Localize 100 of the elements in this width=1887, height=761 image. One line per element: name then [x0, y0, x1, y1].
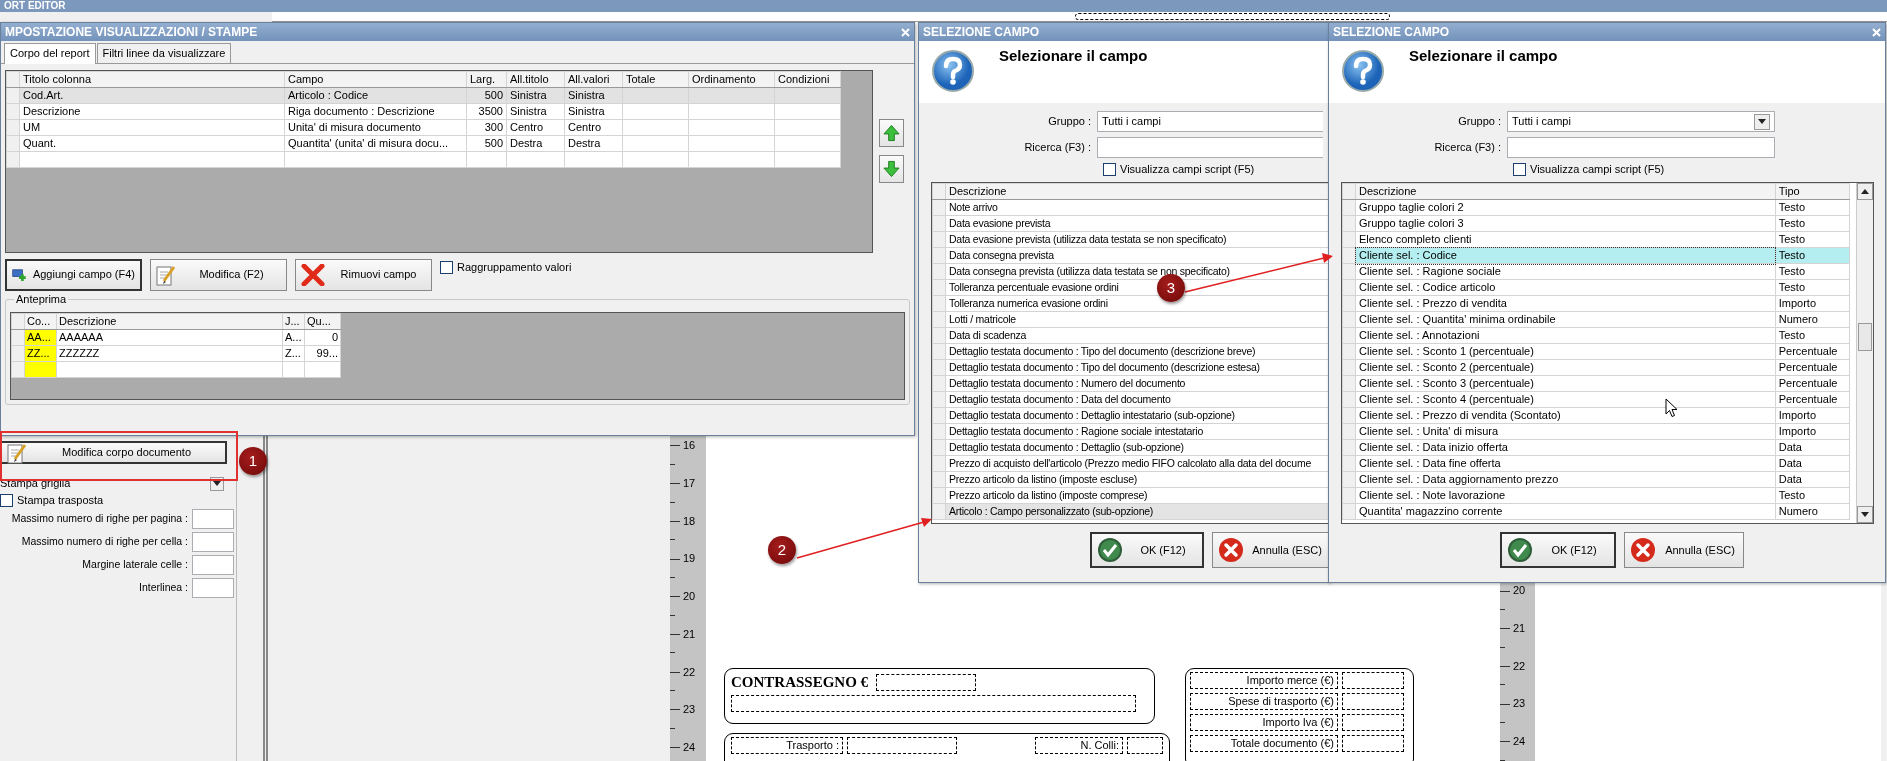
table-cell: Cliente sel. : Sconto 2 (percentuale)	[1355, 359, 1776, 376]
table-cell: Centro	[564, 119, 623, 136]
tab[interactable]: Filtri linee da visualizzare	[96, 43, 232, 63]
table-cell: Testo	[1775, 247, 1850, 264]
ruler-number: 19	[683, 552, 696, 566]
question-icon	[931, 49, 975, 93]
table-cell: Numero	[1775, 503, 1850, 520]
question-icon	[1341, 49, 1385, 93]
check-icon	[1097, 537, 1123, 564]
report-label: Spese di trasporto (€)	[1190, 693, 1338, 710]
table-cell: Importo	[1775, 295, 1850, 312]
edit-button[interactable]: Modifica (F2)	[150, 259, 287, 291]
search-field[interactable]	[1507, 137, 1775, 158]
column-header: Larg.	[466, 71, 507, 88]
tab[interactable]: Corpo del report	[4, 43, 96, 64]
cancel-icon	[1630, 537, 1656, 564]
table-cell: Quant.	[19, 135, 285, 152]
table-cell: Destra	[506, 135, 565, 152]
report-label: Trasporto :	[731, 737, 843, 754]
checkbox-label: Raggruppamento valori	[457, 261, 572, 275]
move-up-button[interactable]	[879, 119, 904, 147]
move-down-button[interactable]	[879, 155, 904, 183]
add-field-button[interactable]: Aggiungi campo (F4)	[5, 259, 142, 291]
table-cell: Elenco completo clienti	[1355, 231, 1776, 248]
checkbox-label: Stampa trasposta	[17, 494, 104, 508]
field-label: Ricerca (F3) :	[1433, 140, 1502, 155]
table-cell: Testo	[1775, 487, 1850, 504]
edit-icon	[7, 441, 27, 464]
field-label: Gruppo :	[1047, 114, 1092, 129]
column-header: Descrizione	[56, 313, 283, 330]
table-cell: 500	[466, 135, 507, 152]
group-title: Anteprima	[14, 293, 69, 307]
arrow-down-icon	[883, 160, 900, 178]
checkbox[interactable]	[440, 261, 453, 275]
table-cell: Gruppo taglie colori 3	[1355, 215, 1776, 232]
ruler-number: 20	[1513, 584, 1526, 598]
checkbox[interactable]	[0, 494, 13, 508]
close-icon[interactable]	[901, 27, 910, 37]
x-icon	[301, 264, 325, 286]
table-cell: Quantita' (unita' di misura docu...	[284, 135, 467, 152]
table-cell: Testo	[1775, 215, 1850, 232]
table-cell: Cliente sel. : Sconto 3 (percentuale)	[1355, 375, 1776, 392]
table-cell: Percentuale	[1775, 343, 1850, 360]
row-marker	[11, 313, 25, 330]
table-cell: Testo	[1775, 263, 1850, 280]
column-header: Qu...	[304, 313, 341, 330]
dashed-field	[1342, 714, 1404, 731]
window-title: SELEZIONE CAMPO	[1333, 24, 1449, 40]
report-label: Importo merce (€)	[1190, 672, 1338, 689]
table-cell: Cliente sel. : Ragione sociale	[1355, 263, 1776, 280]
dashed-field	[1342, 672, 1404, 689]
input-field[interactable]	[192, 531, 234, 552]
table-cell: Cliente sel. : Data inizio offerta	[1355, 439, 1776, 456]
close-icon[interactable]	[1872, 27, 1881, 37]
edit-document-body-button[interactable]: Modifica corpo documento	[0, 441, 227, 464]
column-header: Campo	[284, 71, 467, 88]
edit-icon	[156, 264, 176, 286]
ok-button[interactable]: OK (F12)	[1500, 532, 1616, 569]
field-label: Massimo numero di righe per cella :	[21, 535, 188, 548]
table-cell: Quantita' magazzino corrente	[1355, 503, 1776, 520]
caret-down-icon[interactable]	[1860, 512, 1869, 518]
input-field[interactable]	[192, 577, 234, 598]
ruler-number: 16	[683, 439, 696, 453]
table-cell: Cliente sel. : Codice articolo	[1355, 279, 1776, 296]
ruler-number: 24	[683, 740, 696, 755]
column-header: Condizioni	[774, 71, 841, 88]
window-title: MPOSTAZIONE VISUALIZZAZIONI / STAMPE	[5, 24, 258, 40]
cancel-button[interactable]: Annulla (ESC)	[1624, 532, 1744, 569]
dropdown[interactable]: Tutti i campi	[1507, 111, 1775, 132]
input-field[interactable]	[192, 554, 234, 575]
column-header: Descrizione	[1355, 183, 1776, 200]
scrollbar[interactable]	[1855, 183, 1873, 524]
table-cell: Riga documento : Descrizione	[284, 103, 467, 120]
scroll-thumb[interactable]	[1857, 322, 1872, 351]
search-field[interactable]	[1097, 137, 1323, 158]
dialog-heading: Selezionare il campo	[999, 47, 1148, 66]
ok-button[interactable]: OK (F12)	[1090, 532, 1205, 569]
row-marker	[6, 71, 20, 88]
report-label: N. Colli:	[1035, 737, 1123, 754]
input-field[interactable]: Tutti i campi	[1097, 111, 1323, 132]
ruler-number: 20	[683, 590, 696, 604]
step-number: 1	[239, 447, 267, 475]
table-cell: Data	[1775, 471, 1850, 488]
table-cell: UM	[19, 119, 285, 136]
column-header: J...	[282, 313, 305, 330]
checkbox[interactable]	[1513, 163, 1526, 177]
dashed-field	[1342, 693, 1404, 710]
table-cell: Cliente sel. : Codice	[1355, 247, 1776, 264]
table-cell: Centro	[506, 119, 565, 136]
remove-field-button[interactable]: Rimuovi campo	[295, 259, 432, 291]
input-field[interactable]	[192, 508, 234, 529]
caret-icon	[1758, 119, 1766, 124]
cancel-icon	[1218, 537, 1245, 564]
ruler-number: 24	[1513, 735, 1526, 749]
report-label: CONTRASSEGNO €	[731, 673, 869, 691]
check-icon	[1507, 537, 1533, 564]
cancel-button[interactable]: Annulla (ESC)	[1212, 532, 1330, 569]
checkbox[interactable]	[1103, 163, 1116, 177]
table-cell: Cliente sel. : Sconto 1 (percentuale)	[1355, 343, 1776, 360]
caret-up-icon[interactable]	[1860, 189, 1869, 195]
